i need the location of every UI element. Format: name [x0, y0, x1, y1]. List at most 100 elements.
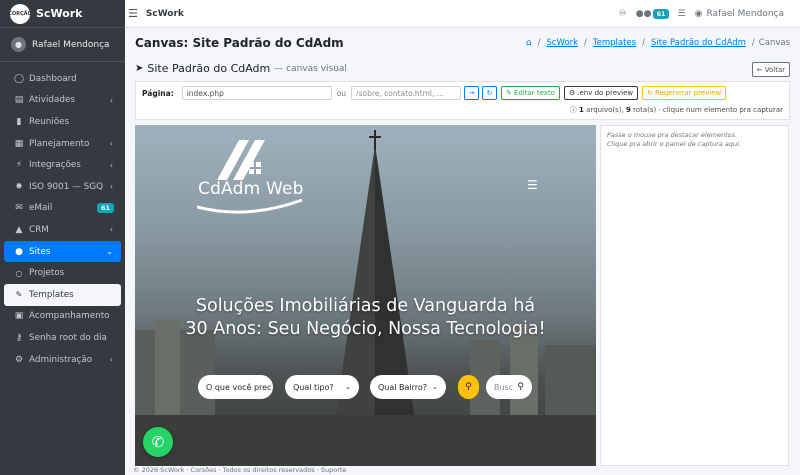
regenerate-preview-button[interactable]: ↻ Regenerar preview: [642, 86, 727, 100]
content-header: Canvas: Site Padrão do CdAdm ⌂ / ScWork …: [125, 28, 800, 58]
page-select[interactable]: index.php: [181, 86, 332, 100]
routes-count: 9: [625, 106, 631, 114]
refresh-icon: ↻: [486, 89, 493, 97]
files-routes-count: ⓘ 1 arquivo(s), 9 rota(s) · clique num e…: [570, 105, 783, 115]
env-preview-label: .env do preview: [577, 89, 634, 97]
topbar-user-name[interactable]: Rafael Mendonça: [706, 9, 784, 19]
breadcrumb-scwork[interactable]: ScWork: [546, 38, 578, 48]
breadcrumb-separator: /: [584, 38, 587, 48]
home-icon[interactable]: ⌂: [526, 38, 532, 48]
sidebar-item-administracao[interactable]: ⚙ Administração ‹: [4, 349, 121, 371]
neighborhood-select[interactable]: Qual Bairro? ⌄: [370, 375, 446, 399]
sidebar-item-iso[interactable]: ✸ ISO 9001 — SGQ ‹: [4, 176, 121, 198]
sidebar-item-crm[interactable]: ▲ CRM ‹: [4, 219, 121, 241]
edit-text-button[interactable]: ✎ Editar texto: [501, 86, 560, 100]
key-icon: ⚷: [15, 332, 23, 343]
sidebar-item-projetos[interactable]: ○ Projetos: [4, 262, 121, 284]
user-circle-icon[interactable]: ◉: [695, 9, 703, 19]
sidebar-item-label: Reuniões: [29, 116, 70, 127]
page-title: Canvas: Site Padrão do CdAdm: [135, 36, 344, 50]
edit-icon: ✎: [506, 89, 512, 97]
sidebar-item-label: Senha root do dia: [29, 332, 107, 343]
sidebar-item-dashboard[interactable]: ◯ Dashboard: [4, 68, 121, 90]
regenerate-preview-label: Regenerar preview: [655, 89, 722, 97]
property-search-bar: O que você prec Qual tipo? ⌄ Qual Bairro…: [198, 375, 538, 399]
files-count-text: arquivo(s),: [586, 106, 624, 114]
sidebar-item-senha-root[interactable]: ⚷ Senha root do dia: [4, 327, 121, 349]
hamburger-menu-icon[interactable]: ☰: [128, 7, 138, 20]
sidebar-nav: ◯ Dashboard ▤ Atividades ‹ ▮ Reuniões ▦ …: [0, 68, 125, 370]
env-preview-button[interactable]: ⚙ .env do preview: [563, 86, 639, 100]
search-icon: ⚲: [465, 382, 472, 392]
files-count: 1: [578, 106, 584, 114]
sidebar-item-label: eMail: [29, 203, 53, 214]
hero-headline: Soluções Imobiliárias de Vanguarda há 30…: [135, 295, 596, 341]
chevron-down-icon: ⌄: [345, 383, 351, 391]
topbar-title: ScWork: [145, 8, 184, 19]
paint-icon: ✎: [15, 290, 23, 300]
bell-icon[interactable]: ♾: [619, 9, 627, 19]
code-search-input[interactable]: Busc ⚲: [486, 375, 532, 399]
clipboard-icon: ▣: [14, 311, 24, 322]
sidebar-item-sites[interactable]: ● Sites ⌄: [4, 240, 121, 263]
users-count-badge: 61: [653, 8, 669, 19]
search-button[interactable]: ⚲: [458, 375, 479, 399]
sidebar-item-label: Acompanhamento: [29, 311, 110, 322]
canvas-subtitle: ➤ Site Padrão do CdAdm — canvas visual: [135, 62, 347, 75]
breadcrumb-templates[interactable]: Templates: [593, 38, 636, 48]
sidebar-item-label: Dashboard: [29, 73, 77, 84]
sidebar-item-planejamento[interactable]: ▦ Planejamento ‹: [4, 133, 121, 155]
breadcrumb-separator: /: [642, 38, 645, 48]
mouse-pointer-icon: ➤: [135, 63, 144, 74]
breadcrumb-current: Canvas: [758, 38, 790, 48]
envelope-icon: ✉: [15, 203, 23, 214]
sidebar-item-templates[interactable]: ✎ Templates: [4, 283, 121, 306]
go-button[interactable]: →: [464, 86, 480, 100]
chevron-left-icon: ‹: [109, 139, 113, 149]
chevron-left-icon: ‹: [109, 225, 113, 235]
page-label: Página:: [142, 88, 174, 98]
sidebar-item-label: Atividades: [29, 95, 75, 106]
sidebar-item-label: Administração: [29, 354, 93, 365]
info-icon: ⓘ: [569, 106, 577, 114]
cdadm-logo-text: CdAdm Web: [198, 179, 304, 199]
back-button[interactable]: ← Voltar: [752, 62, 790, 77]
sidebar-item-email[interactable]: ✉ eMail 61: [4, 198, 121, 220]
refresh-button[interactable]: ↻: [482, 86, 498, 100]
canvas-subtitle-text: Site Padrão do CdAdm: [147, 62, 271, 75]
breadcrumb: ⌂ / ScWork / Templates / Site Padrão do …: [526, 38, 790, 48]
capture-hint: Passe o mouse pra destacar elementos. Cl…: [601, 126, 788, 154]
type-select-label: Qual tipo?: [293, 382, 334, 392]
sidebar-user-name: Rafael Mendonça: [32, 39, 110, 50]
site-menu-icon[interactable]: ☰: [527, 178, 538, 192]
sidebar-item-acompanhamento[interactable]: ▣ Acompanhamento: [4, 306, 121, 328]
path-input[interactable]: /sobre, contato.html, ...: [351, 86, 462, 100]
brand-logo: CORÇÃO: [8, 3, 32, 24]
list-icon[interactable]: ☰: [678, 9, 686, 19]
footer: © 2026 ScWork · Corsões · Todos os direi…: [133, 466, 347, 474]
circle-icon: ○: [15, 268, 23, 278]
sidebar-item-integracoes[interactable]: ⚡ Integrações ‹: [4, 154, 121, 176]
chevron-down-icon: ⌄: [432, 383, 438, 391]
arrow-left-icon: ←: [756, 65, 763, 74]
search-input[interactable]: O que você prec: [198, 375, 273, 399]
cogs-icon: ⚙: [14, 354, 24, 365]
capture-hint-line-1: Passe o mouse pra destacar elementos.: [607, 131, 738, 139]
users-icon[interactable]: ●●: [636, 9, 652, 19]
type-select[interactable]: Qual tipo? ⌄: [285, 375, 359, 399]
breadcrumb-separator: /: [751, 38, 755, 48]
whatsapp-icon[interactable]: ✆: [143, 427, 173, 457]
bullhorn-icon: ▲: [15, 224, 23, 235]
back-button-label: Voltar: [764, 65, 786, 74]
user-panel[interactable]: ● Rafael Mendonça: [0, 28, 125, 62]
certificate-icon: ✸: [15, 181, 23, 192]
sidebar-item-atividades[interactable]: ▤ Atividades ‹: [4, 90, 121, 112]
chevron-left-icon: ‹: [109, 182, 113, 192]
sidebar-item-reunioes[interactable]: ▮ Reuniões: [4, 111, 121, 133]
chevron-left-icon: ‹: [109, 355, 113, 365]
brand[interactable]: CORÇÃO ScWork: [0, 0, 125, 28]
site-preview-frame[interactable]: CdAdm Web ☰ Soluções Imobiliárias de Van…: [135, 125, 596, 466]
arrow-right-icon: →: [468, 89, 475, 97]
brand-name: ScWork: [36, 7, 83, 20]
breadcrumb-site[interactable]: Site Padrão do CdAdm: [651, 38, 746, 48]
